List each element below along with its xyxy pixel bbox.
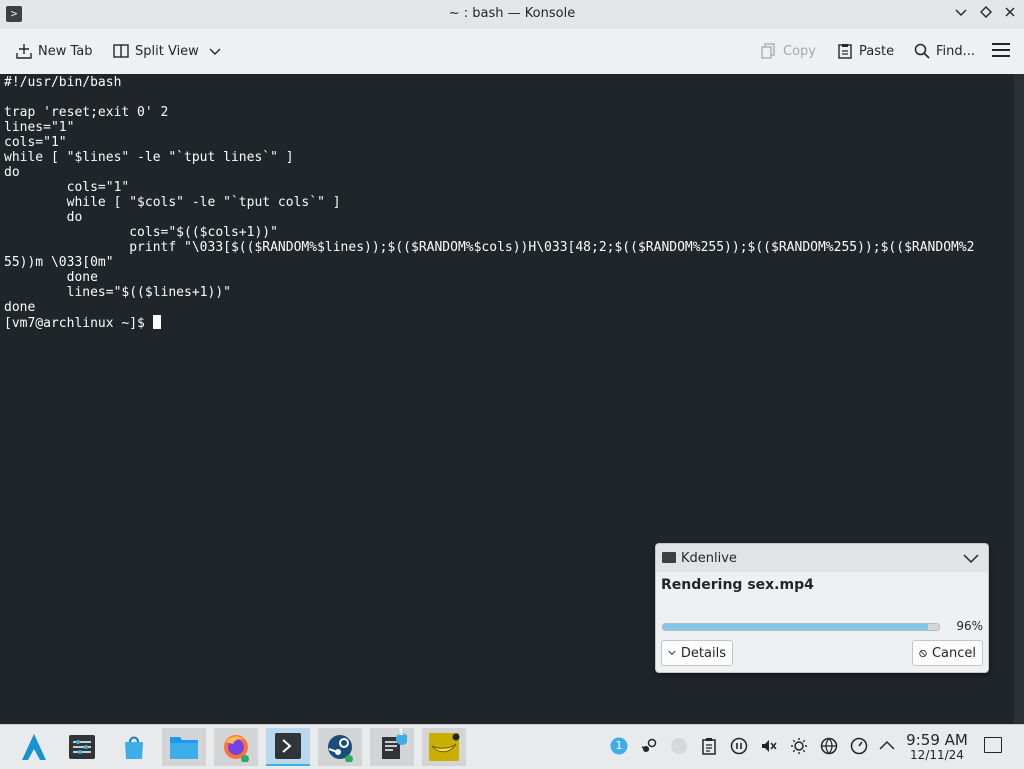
terminal-line: cols="$(($cols+1))" — [4, 225, 278, 240]
system-settings-icon[interactable] — [60, 728, 104, 766]
terminal-output: #!/usr/bin/bash trap 'reset;exit 0' 2 li… — [0, 74, 1014, 331]
kdenlive-badge: 1 — [398, 728, 405, 738]
terminal-line: lines="1" — [4, 120, 75, 135]
notification-app-name: Kdenlive — [681, 551, 737, 566]
chevron-up-icon[interactable] — [878, 737, 896, 755]
terminal-line: done — [4, 270, 98, 285]
clipboard-icon[interactable] — [700, 737, 718, 755]
clock-time[interactable]: 9:59 AM — [896, 731, 978, 749]
terminal-line: done — [4, 300, 36, 315]
media-pause-icon[interactable] — [730, 737, 748, 755]
steam-tray-icon[interactable] — [640, 737, 658, 755]
cancel-label: Cancel — [931, 645, 976, 661]
new-tab-button[interactable]: New Tab — [16, 41, 93, 61]
steam-icon[interactable] — [318, 728, 362, 766]
discover-icon[interactable] — [112, 728, 156, 766]
konsole-icon[interactable] — [266, 728, 310, 766]
terminal-line: do — [4, 165, 20, 180]
tray-badge-count: 1 — [615, 739, 623, 752]
brightness-icon[interactable] — [790, 737, 808, 755]
terminal-line: #!/usr/bin/bash — [4, 75, 122, 90]
cancel-icon — [919, 649, 927, 657]
copy-icon — [761, 43, 777, 59]
notification-header: Kdenlive — [656, 544, 988, 572]
details-button[interactable]: Details — [661, 640, 733, 666]
paste-label: Paste — [859, 43, 895, 59]
notification-title: Rendering sex.mp4 — [661, 577, 814, 593]
shell-prompt: [vm7@archlinux ~]$ — [4, 316, 153, 331]
show-desktop-icon[interactable] — [984, 737, 1002, 753]
terminal-line: cols="1" — [4, 135, 67, 150]
network-icon[interactable] — [820, 737, 838, 755]
clock-date[interactable]: 12/11/24 — [896, 748, 978, 762]
new-tab-label: New Tab — [38, 43, 93, 59]
terminal-scrollbar[interactable] — [1014, 74, 1024, 724]
terminal-line: cols="1" — [4, 180, 130, 195]
paste-icon — [837, 43, 853, 59]
kdenlive-icon — [662, 552, 676, 563]
minimize-icon[interactable] — [952, 5, 970, 23]
banana-icon[interactable] — [422, 728, 466, 766]
terminal-line: do — [4, 210, 83, 225]
kdenlive-notification: Kdenlive Rendering sex.mp4 96% Details C… — [655, 543, 989, 673]
disabled-tray-icon[interactable] — [670, 737, 688, 755]
copy-label: Copy — [783, 43, 816, 59]
find-button[interactable]: Find... — [914, 41, 975, 61]
title-bar: > ~ : bash — Konsole — [0, 0, 1024, 29]
render-progress-bar — [662, 623, 940, 631]
progress-percent: 96% — [956, 619, 983, 633]
dolphin-icon[interactable] — [162, 728, 206, 766]
render-progress-fill — [663, 624, 928, 630]
firefox-icon[interactable] — [214, 728, 258, 766]
chevron-down-icon — [668, 650, 676, 655]
arch-launcher-icon[interactable] — [12, 728, 56, 766]
paste-button[interactable]: Paste — [837, 41, 894, 61]
kdenlive-icon[interactable]: 1 — [370, 728, 414, 766]
terminal-line: while [ "$cols" -le "`tput cols`" ] — [4, 195, 341, 210]
terminal-line: lines="$(($lines+1))" — [4, 285, 231, 300]
volume-muted-icon[interactable] — [760, 737, 778, 755]
split-view-button[interactable]: Split View — [113, 41, 221, 61]
terminal-line: while [ "$lines" -le "`tput lines`" ] — [4, 150, 294, 165]
chevron-down-icon[interactable] — [209, 43, 221, 59]
terminal-line: printf "\033[$(($RANDOM%$lines));$(($RAN… — [4, 240, 975, 255]
terminal-line: trap 'reset;exit 0' 2 — [4, 105, 169, 120]
copy-button[interactable]: Copy — [761, 41, 816, 61]
new-tab-icon — [16, 43, 32, 59]
toolbar: New Tab Split View Copy Paste Find... — [0, 29, 1024, 75]
power-profile-icon[interactable] — [850, 737, 868, 755]
find-label: Find... — [936, 43, 976, 59]
hamburger-menu-icon[interactable] — [992, 43, 1010, 59]
update-badge-icon[interactable]: 1 — [610, 737, 628, 755]
cancel-button[interactable]: Cancel — [912, 640, 983, 666]
search-icon — [914, 43, 930, 59]
window-title: ~ : bash — Konsole — [448, 6, 576, 21]
split-view-icon — [113, 43, 129, 59]
close-icon[interactable] — [1001, 5, 1019, 23]
collapse-chevron-icon[interactable] — [962, 549, 980, 567]
details-label: Details — [680, 645, 726, 661]
terminal-cursor — [152, 315, 161, 329]
split-view-label: Split View — [135, 43, 199, 59]
maximize-icon[interactable] — [977, 5, 995, 23]
terminal-line: 55))m \033[0m" — [4, 255, 114, 270]
